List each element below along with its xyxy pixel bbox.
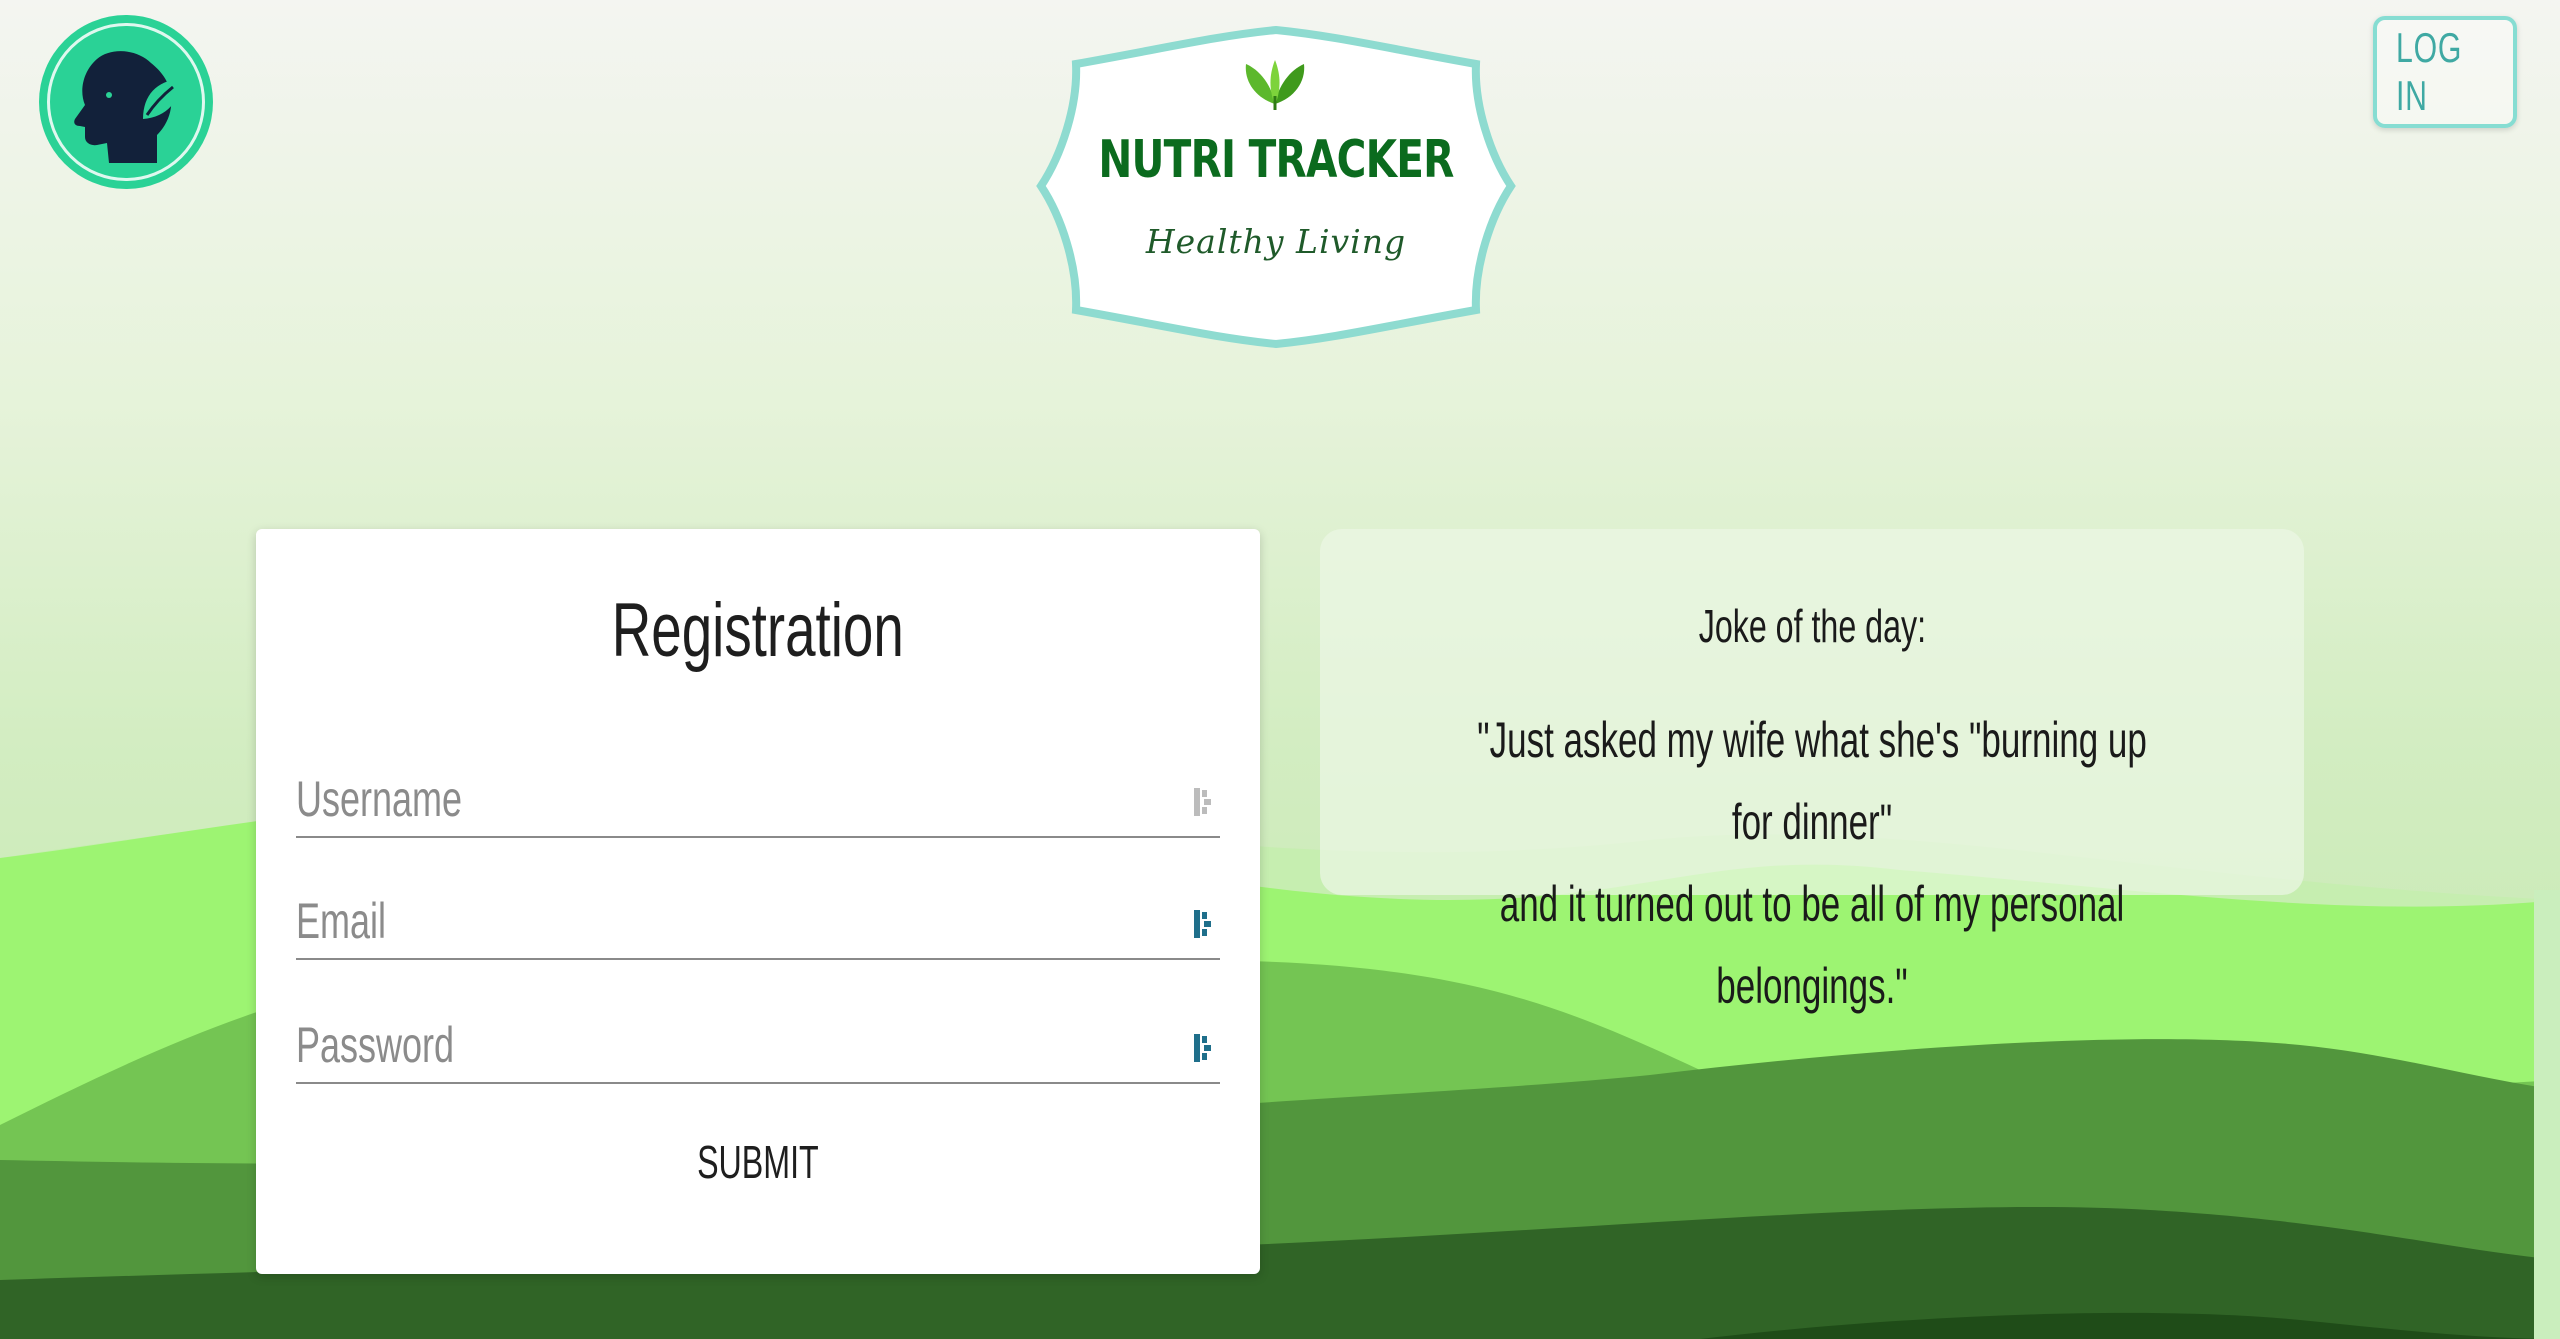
input-helper-icon[interactable]: [1192, 786, 1214, 818]
leaf-sprout-icon: [1245, 60, 1305, 110]
logo-title: NUTRI TRACKER: [1098, 130, 1454, 190]
registration-card: Registration Username Email Password SUB…: [256, 529, 1260, 1274]
joke-line-2: and it turned out to be all of my person…: [1499, 876, 2125, 1014]
login-button[interactable]: LOG IN: [2373, 16, 2517, 128]
page: NUTRI TRACKER Healthy Living LOG IN Regi…: [0, 0, 2560, 1339]
username-field[interactable]: Username: [296, 764, 1220, 838]
head-leaf-icon: [74, 51, 180, 163]
joke-line-1: "Just asked my wife what she's "burning …: [1477, 712, 2147, 850]
input-helper-icon[interactable]: [1192, 1032, 1214, 1064]
email-input[interactable]: [296, 886, 1136, 956]
password-input[interactable]: [296, 1010, 1136, 1080]
logo: NUTRI TRACKER Healthy Living: [1036, 26, 1516, 348]
login-button-label: LOG IN: [2396, 24, 2463, 119]
registration-title-text: Registration: [612, 588, 904, 673]
submit-button-label: SUBMIT: [697, 1136, 819, 1188]
joke-title: Joke of the day:: [1320, 599, 2304, 653]
logo-subtitle: Healthy Living: [1145, 222, 1407, 261]
email-field[interactable]: Email: [296, 886, 1220, 960]
registration-title: Registration: [256, 587, 1260, 674]
input-helper-icon[interactable]: [1192, 908, 1214, 940]
username-input[interactable]: [296, 764, 1136, 834]
password-field[interactable]: Password: [296, 1010, 1220, 1084]
joke-text: "Just asked my wife what she's "burning …: [1320, 699, 2304, 1027]
avatar[interactable]: [39, 15, 213, 189]
joke-title-text: Joke of the day:: [1698, 600, 1926, 652]
joke-card: Joke of the day: "Just asked my wife wha…: [1320, 529, 2304, 1014]
submit-button[interactable]: SUBMIT: [256, 1135, 1260, 1189]
